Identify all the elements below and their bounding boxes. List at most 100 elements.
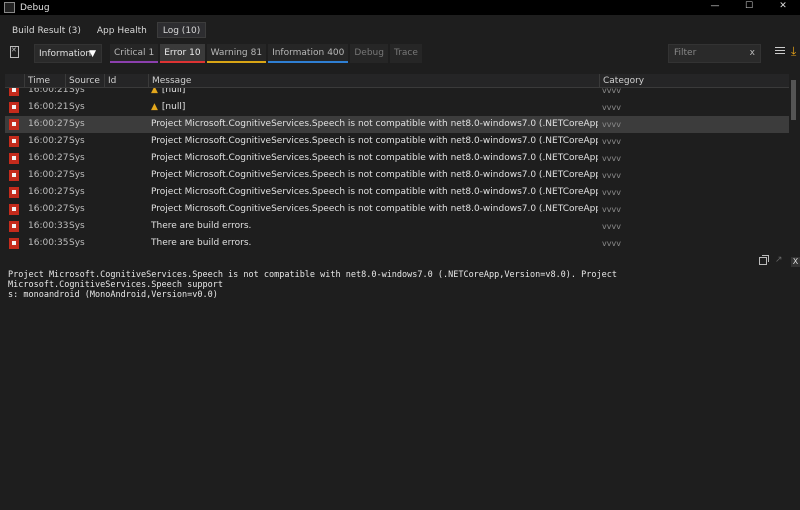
cell-time: 16:00:35 xyxy=(28,238,68,248)
error-icon xyxy=(9,221,19,232)
column-header-category[interactable]: Category xyxy=(599,74,789,88)
detail-toolbar: ↗ X xyxy=(756,255,800,268)
tab-app-health[interactable]: App Health xyxy=(91,22,153,38)
column-header-time[interactable]: Time xyxy=(24,74,65,88)
table-row[interactable]: 16:00:21 Sys ▲ [null] vvvv xyxy=(5,99,789,116)
cell-source: Sys xyxy=(69,204,85,214)
minimize-button[interactable]: — xyxy=(698,0,732,15)
cell-time: 16:00:21 xyxy=(28,102,68,112)
filter-input[interactable]: Filter x xyxy=(668,44,761,63)
cell-category: vvvv xyxy=(602,137,621,146)
log-detail-text: Project Microsoft.CognitiveServices.Spee… xyxy=(8,270,617,300)
message-text: [null] xyxy=(161,102,186,112)
cell-source: Sys xyxy=(69,102,85,112)
column-header-id[interactable]: Id xyxy=(104,74,148,88)
clear-filter-button[interactable]: x xyxy=(750,45,755,62)
cell-message: There are build errors. xyxy=(151,218,598,235)
copy-icon[interactable] xyxy=(759,255,769,265)
filter-label: Debug xyxy=(354,48,384,58)
close-button[interactable]: ✕ xyxy=(766,0,800,15)
close-detail-button[interactable]: X xyxy=(791,257,800,267)
filter-count: 81 xyxy=(250,48,263,58)
filter-debug-button[interactable]: Debug xyxy=(350,44,388,63)
download-icon[interactable]: ⤓ xyxy=(791,44,796,59)
grid-scrollbar[interactable] xyxy=(790,74,798,252)
warning-icon: ▲ xyxy=(151,102,158,112)
column-header-message[interactable]: Message xyxy=(148,74,599,88)
error-icon xyxy=(9,170,19,181)
table-row[interactable]: 16:00:27 Sys Project Microsoft.CognitiveSe… xyxy=(5,133,789,150)
message-text: There are build errors. xyxy=(151,221,252,231)
filter-label: Warning xyxy=(210,48,248,58)
error-icon xyxy=(9,187,19,198)
filter-label: Error xyxy=(164,48,187,58)
tab-strip: Build Result (3) App Health Log (10) xyxy=(6,22,207,38)
cell-category: vvvv xyxy=(602,188,621,197)
filter-warning-button[interactable]: Warning 81 xyxy=(206,44,267,63)
cell-message: Project Microsoft.CognitiveServices.Spee… xyxy=(151,116,598,133)
scrollbar-thumb[interactable] xyxy=(791,80,796,120)
message-text: There are build errors. xyxy=(151,238,252,248)
cell-source: Sys xyxy=(69,238,85,248)
table-row[interactable]: 16:00:27 Sys Project Microsoft.CognitiveSe… xyxy=(5,167,789,184)
cell-message: Project Microsoft.CognitiveServices.Spee… xyxy=(151,167,598,184)
cell-category: vvvv xyxy=(602,171,621,180)
clear-log-icon[interactable] xyxy=(10,46,19,58)
word-wrap-icon[interactable] xyxy=(775,47,785,57)
cell-time: 16:00:27 xyxy=(28,170,68,180)
popout-icon[interactable]: ↗ xyxy=(775,255,783,265)
cell-time: 16:00:27 xyxy=(28,204,68,214)
filter-label: Information xyxy=(272,48,325,58)
filter-information-button[interactable]: Information 400 xyxy=(268,44,349,63)
tab-log[interactable]: Log (10) xyxy=(156,22,207,38)
log-grid: 16:00:21 Sys ▲ [null] vvvv 16:00:21 Sys ▲ [null]… xyxy=(5,74,789,252)
filter-placeholder: Filter xyxy=(674,48,697,58)
title-bar: Debug — ☐ ✕ xyxy=(0,0,800,15)
table-row[interactable]: 16:00:27 Sys Project Microsoft.CognitiveSe… xyxy=(5,201,789,218)
cell-time: 16:00:27 xyxy=(28,187,68,197)
filter-trace-button[interactable]: Trace xyxy=(389,44,422,63)
cell-message: Project Microsoft.CognitiveServices.Spee… xyxy=(151,201,598,218)
level-dropdown[interactable]: Information ▼ xyxy=(34,44,102,63)
cell-source: Sys xyxy=(69,170,85,180)
cell-message: There are build errors. xyxy=(151,235,598,252)
column-header-source[interactable]: Source xyxy=(65,74,104,88)
filter-count: 1 xyxy=(148,48,155,58)
cell-message: Project Microsoft.CognitiveServices.Spee… xyxy=(151,150,598,167)
table-row[interactable]: 16:00:27 Sys Project Microsoft.CognitiveSe… xyxy=(5,150,789,167)
level-dropdown-value: Information xyxy=(39,48,92,59)
cell-category: vvvv xyxy=(602,154,621,163)
table-row[interactable]: 16:00:33 Sys There are build errors. vvvv xyxy=(5,218,789,235)
cell-source: Sys xyxy=(69,136,85,146)
message-text: Project Microsoft.CognitiveServices.Spee… xyxy=(151,170,598,180)
cell-category: vvvv xyxy=(602,239,621,248)
cell-source: Sys xyxy=(69,187,85,197)
error-icon xyxy=(9,119,19,130)
cell-message: Project Microsoft.CognitiveServices.Spee… xyxy=(151,184,598,201)
cell-source: Sys xyxy=(69,119,85,129)
grid-header: Time Source Id Message Category xyxy=(5,74,789,88)
error-icon xyxy=(9,153,19,164)
cell-time: 16:00:27 xyxy=(28,153,68,163)
log-rows: 16:00:21 Sys ▲ [null] vvvv 16:00:21 Sys ▲ [null]… xyxy=(5,82,789,252)
filter-count: 10 xyxy=(189,48,201,58)
maximize-button[interactable]: ☐ xyxy=(732,0,766,15)
filter-count: 400 xyxy=(327,48,345,58)
table-row[interactable]: 16:00:27 Sys Project Microsoft.CognitiveSe… xyxy=(5,116,789,133)
chevron-down-icon: ▼ xyxy=(89,49,96,59)
log-toolbar: Information ▼ Critical1 Error10 Warning8… xyxy=(0,42,800,66)
error-icon xyxy=(9,238,19,249)
tab-build-result[interactable]: Build Result (3) xyxy=(6,22,87,38)
table-row[interactable]: 16:00:35 Sys There are build errors. vvvv xyxy=(5,235,789,252)
message-text: Project Microsoft.CognitiveServices.Spee… xyxy=(151,204,598,214)
cell-source: Sys xyxy=(69,153,85,163)
severity-filters: Critical 1 Error 10 Warning 81 Information 4… xyxy=(110,44,424,63)
filter-error-button[interactable]: Error 10 xyxy=(160,44,205,63)
filter-critical-button[interactable]: Critical 1 xyxy=(110,44,159,63)
table-row[interactable]: 16:00:27 Sys Project Microsoft.CognitiveSe… xyxy=(5,184,789,201)
filter-label: Critical xyxy=(114,48,146,58)
cell-time: 16:00:27 xyxy=(28,136,68,146)
cell-category: vvvv xyxy=(602,205,621,214)
cell-message: ▲ [null] xyxy=(151,99,598,116)
window-title: Debug xyxy=(20,2,50,13)
